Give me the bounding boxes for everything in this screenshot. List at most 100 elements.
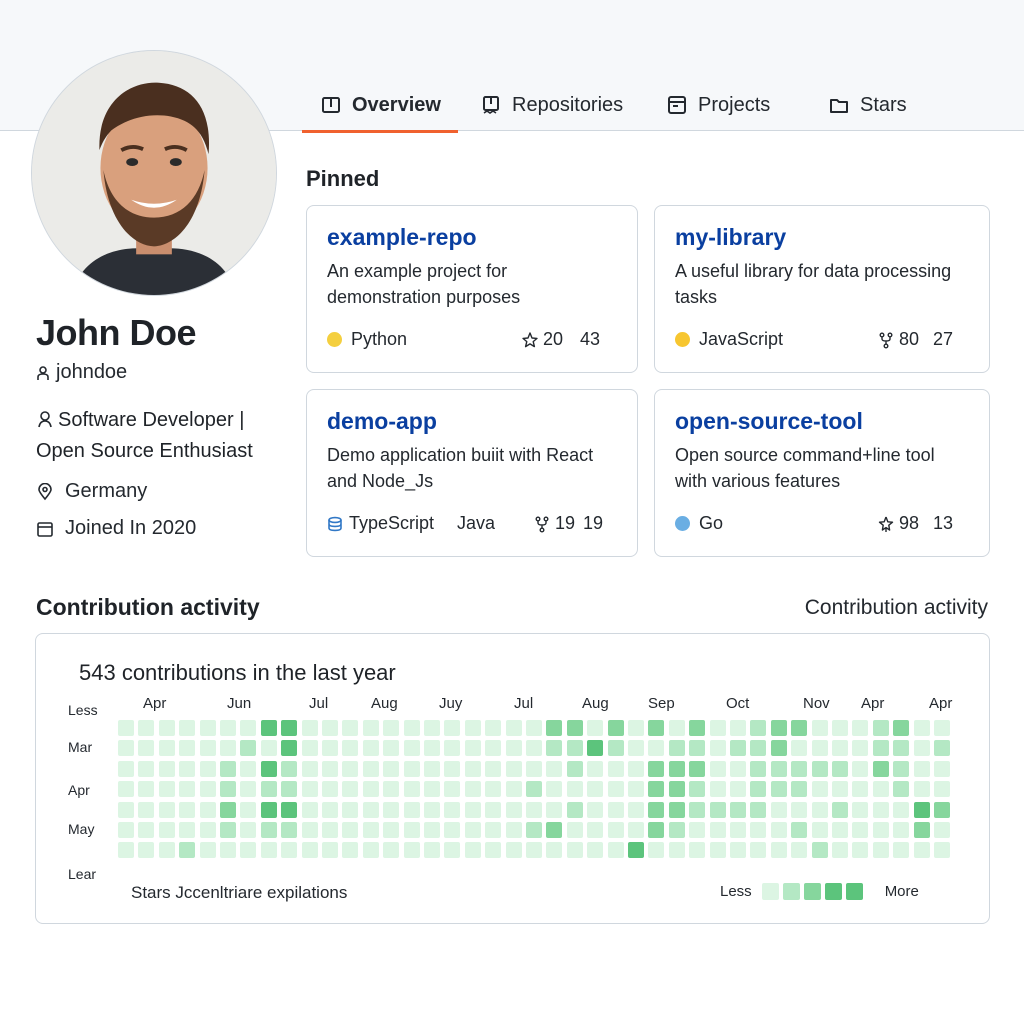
contribution-cell[interactable] [913, 720, 930, 736]
contribution-cell[interactable] [648, 822, 665, 838]
contribution-cell[interactable] [403, 801, 420, 818]
contribution-cell[interactable] [464, 740, 481, 757]
pinned-repo-card[interactable]: example-repo An example project for demo… [306, 205, 638, 373]
contribution-cell[interactable] [607, 781, 624, 798]
contribution-cell[interactable] [526, 842, 542, 859]
contribution-cell[interactable] [158, 822, 175, 838]
contribution-cell[interactable] [709, 720, 726, 736]
contribution-cell[interactable] [179, 720, 196, 736]
contribution-cell[interactable] [832, 720, 848, 736]
contribution-cell[interactable] [158, 760, 175, 777]
contribution-cell[interactable] [811, 720, 828, 736]
contribution-cell[interactable] [587, 801, 604, 818]
contribution-cell[interactable] [118, 781, 134, 798]
contribution-cell[interactable] [424, 760, 440, 777]
contribution-cell[interactable] [240, 822, 257, 838]
contribution-cell[interactable] [913, 760, 930, 777]
contribution-cell[interactable] [791, 822, 808, 838]
contribution-cell[interactable] [118, 822, 134, 838]
contribution-cell[interactable] [934, 842, 950, 859]
contribution-cell[interactable] [240, 740, 257, 757]
contribution-cell[interactable] [260, 740, 277, 757]
contribution-cell[interactable] [770, 740, 787, 757]
contribution-cell[interactable] [648, 760, 665, 777]
contribution-cell[interactable] [791, 801, 808, 818]
contribution-cell[interactable] [668, 842, 685, 859]
contribution-cell[interactable] [220, 720, 236, 736]
contribution-cell[interactable] [770, 760, 787, 777]
contribution-cell[interactable] [668, 740, 685, 757]
contribution-cell[interactable] [770, 801, 787, 818]
contribution-cell[interactable] [403, 720, 420, 736]
contribution-cell[interactable] [485, 760, 502, 777]
repo-name-link[interactable]: my-library [675, 224, 786, 251]
contribution-cell[interactable] [770, 842, 787, 859]
contribution-cell[interactable] [281, 740, 298, 757]
contribution-cell[interactable] [832, 801, 848, 818]
contribution-cell[interactable] [220, 822, 236, 838]
contribution-cell[interactable] [791, 842, 808, 859]
contribution-cell[interactable] [852, 822, 869, 838]
contribution-cell[interactable] [118, 720, 134, 736]
contribution-cell[interactable] [301, 842, 318, 859]
contribution-cell[interactable] [199, 740, 216, 757]
contribution-cell[interactable] [689, 760, 706, 777]
contribution-cell[interactable] [832, 740, 848, 757]
contribution-cell[interactable] [118, 801, 134, 818]
contribution-cell[interactable] [424, 801, 440, 818]
contribution-cell[interactable] [362, 842, 379, 859]
contribution-cell[interactable] [934, 822, 950, 838]
contribution-cell[interactable] [362, 822, 379, 838]
contribution-cell[interactable] [199, 781, 216, 798]
contribution-cell[interactable] [872, 740, 889, 757]
contribution-cell[interactable] [220, 842, 236, 859]
contribution-cell[interactable] [607, 801, 624, 818]
contribution-cell[interactable] [832, 760, 848, 777]
contribution-cell[interactable] [464, 760, 481, 777]
repo-forks-count[interactable]: 43 [580, 329, 600, 350]
contribution-cell[interactable] [342, 720, 359, 736]
contribution-cell[interactable] [628, 760, 644, 777]
contribution-cell[interactable] [444, 740, 461, 757]
contribution-cell[interactable] [811, 822, 828, 838]
contribution-cell[interactable] [648, 781, 665, 798]
contribution-cell[interactable] [424, 842, 440, 859]
contribution-cell[interactable] [179, 842, 196, 859]
contribution-cell[interactable] [138, 740, 155, 757]
contribution-cell[interactable] [260, 822, 277, 838]
contribution-cell[interactable] [770, 822, 787, 838]
pinned-repo-card[interactable]: open-source-tool Open source command+lin… [654, 389, 990, 557]
contribution-cell[interactable] [281, 760, 298, 777]
contribution-cell[interactable] [689, 842, 706, 859]
contribution-cell[interactable] [220, 740, 236, 757]
repo-forks-count[interactable]: 13 [933, 513, 953, 534]
contribution-cell[interactable] [362, 801, 379, 818]
contribution-cell[interactable] [260, 720, 277, 736]
contribution-cell[interactable] [485, 842, 502, 859]
contribution-cell[interactable] [403, 842, 420, 859]
contribution-cell[interactable] [281, 822, 298, 838]
contribution-cell[interactable] [158, 740, 175, 757]
contribution-cell[interactable] [342, 801, 359, 818]
contribution-cell[interactable] [505, 720, 522, 736]
contribution-cell[interactable] [220, 781, 236, 798]
avatar[interactable] [31, 50, 277, 296]
contribution-cell[interactable] [444, 720, 461, 736]
contribution-cell[interactable] [322, 842, 338, 859]
contribution-cell[interactable] [852, 760, 869, 777]
contribution-cell[interactable] [852, 720, 869, 736]
contribution-cell[interactable] [832, 781, 848, 798]
contribution-cell[interactable] [628, 801, 644, 818]
contribution-cell[interactable] [750, 822, 767, 838]
contribution-cell[interactable] [179, 760, 196, 777]
contribution-cell[interactable] [730, 822, 746, 838]
contribution-cell[interactable] [362, 720, 379, 736]
contribution-cell[interactable] [934, 781, 950, 798]
contribution-cell[interactable] [852, 740, 869, 757]
contribution-cell[interactable] [730, 842, 746, 859]
contribution-cell[interactable] [342, 740, 359, 757]
contribution-cell[interactable] [362, 760, 379, 777]
contribution-cell[interactable] [199, 801, 216, 818]
contribution-cell[interactable] [750, 842, 767, 859]
contribution-cell[interactable] [240, 720, 257, 736]
